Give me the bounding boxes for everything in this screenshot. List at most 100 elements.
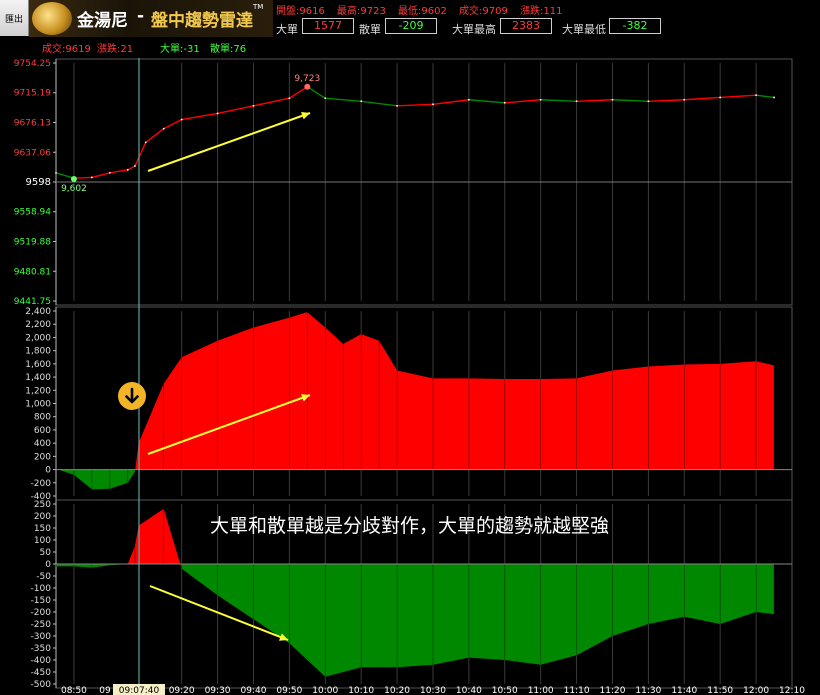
area-segment [379, 340, 398, 470]
price-line-segment [109, 169, 128, 174]
price-point [162, 127, 165, 130]
area-segment [91, 469, 110, 490]
area-segment [127, 469, 135, 483]
area-segment [468, 378, 505, 470]
y-tick-label: 2,400 [25, 307, 51, 317]
price-line-segment [55, 172, 75, 179]
area-segment [397, 564, 433, 668]
x-tick-label: 10:40 [456, 686, 482, 695]
area-segment [253, 317, 290, 470]
area-segment [756, 361, 775, 470]
y-tick-label: 1,400 [25, 373, 51, 383]
y-tick-label: 50 [40, 548, 52, 558]
area-segment [325, 564, 362, 677]
price-line-segment [468, 99, 505, 104]
y-tick-label: 100 [34, 536, 51, 546]
y-tick-label: 400 [34, 439, 51, 449]
area-segment [109, 469, 128, 489]
price-line-segment [756, 94, 775, 99]
x-tick-label: 08:50 [61, 686, 87, 695]
area-segment [217, 327, 254, 470]
y-tick-label: 1,200 [25, 386, 51, 396]
y-tick-label: 9441.75 [14, 297, 51, 307]
area-segment [756, 564, 775, 615]
x-tick-label: 10:20 [384, 686, 410, 695]
area-segment [504, 564, 541, 665]
price-line-segment [325, 97, 362, 102]
price-point [719, 96, 722, 99]
area-segment [361, 564, 398, 668]
area-segment [73, 564, 92, 568]
price-line-segment [648, 99, 685, 102]
y-tick-label: 0 [45, 466, 51, 476]
area-segment [432, 378, 469, 470]
price-point [108, 171, 111, 174]
x-tick-label: 10:50 [492, 686, 518, 695]
price-line-segment [163, 118, 182, 130]
price-point [432, 103, 434, 106]
extreme-marker [304, 83, 311, 90]
annotation-arrowhead [301, 112, 310, 120]
extreme-label: 9,602 [61, 184, 87, 194]
extreme-label: 9,723 [294, 74, 320, 84]
area-segment [720, 361, 757, 470]
price-point [55, 171, 57, 174]
y-tick-label: 9558.94 [14, 208, 51, 218]
area-segment [127, 545, 135, 564]
price-line-segment [127, 165, 136, 171]
price-point [467, 98, 470, 101]
price-point [252, 104, 255, 107]
y-tick-label: 2,200 [25, 320, 51, 330]
y-tick-label: 250 [34, 500, 51, 510]
price-line-segment [432, 99, 469, 106]
y-tick-label: -200 [31, 479, 52, 489]
y-tick-label: -500 [31, 680, 52, 690]
area-segment [163, 508, 182, 569]
price-point [216, 112, 219, 115]
price-point [324, 97, 327, 100]
area-segment [181, 340, 218, 470]
price-line-segment [361, 100, 398, 107]
y-tick-label: 200 [34, 512, 51, 522]
x-tick-label: 11:50 [707, 686, 733, 695]
price-line-segment [504, 99, 541, 104]
price-point [144, 141, 147, 144]
area-segment [163, 357, 182, 470]
price-point [396, 104, 398, 107]
price-point [126, 168, 129, 171]
price-line-segment [306, 86, 326, 99]
x-tick-label: 09 [99, 686, 111, 695]
price-point [755, 94, 757, 97]
y-tick-label: 150 [34, 524, 51, 534]
y-tick-label: 1,600 [25, 360, 51, 370]
trend-chart[interactable]: 9754.25 9715.19 9676.13 9637.06 9598 9558.94 9… [0, 0, 820, 695]
price-line-segment [684, 96, 721, 101]
area-segment [540, 564, 577, 665]
x-tick-label: 11:30 [635, 686, 661, 695]
area-segment [181, 564, 218, 596]
x-tick-label: 10:00 [312, 686, 338, 695]
y-tick-label: -450 [31, 668, 52, 678]
area-segment [138, 508, 164, 564]
price-line-segment [540, 99, 577, 102]
area-segment [361, 334, 380, 470]
price-point [773, 96, 775, 99]
area-segment [684, 564, 721, 624]
area-segment [91, 564, 110, 568]
annotation-caption: 大單和散單越是分歧對作，大單的趨勢就越堅強 [210, 515, 610, 537]
area-segment [307, 312, 326, 470]
y-tick-label: -100 [31, 584, 52, 594]
price-point [539, 98, 542, 101]
area-segment [289, 312, 308, 470]
area-segment [612, 366, 649, 470]
price-line-segment [288, 86, 308, 99]
area-segment [612, 564, 649, 636]
area-segment [576, 370, 613, 470]
price-point [288, 97, 291, 100]
area-segment [468, 564, 505, 660]
y-tick-label: -350 [31, 644, 52, 654]
price-line-segment [217, 105, 254, 115]
x-tick-label: 11:20 [600, 686, 626, 695]
y-tick-label: 600 [34, 426, 51, 436]
area-segment [397, 370, 433, 470]
